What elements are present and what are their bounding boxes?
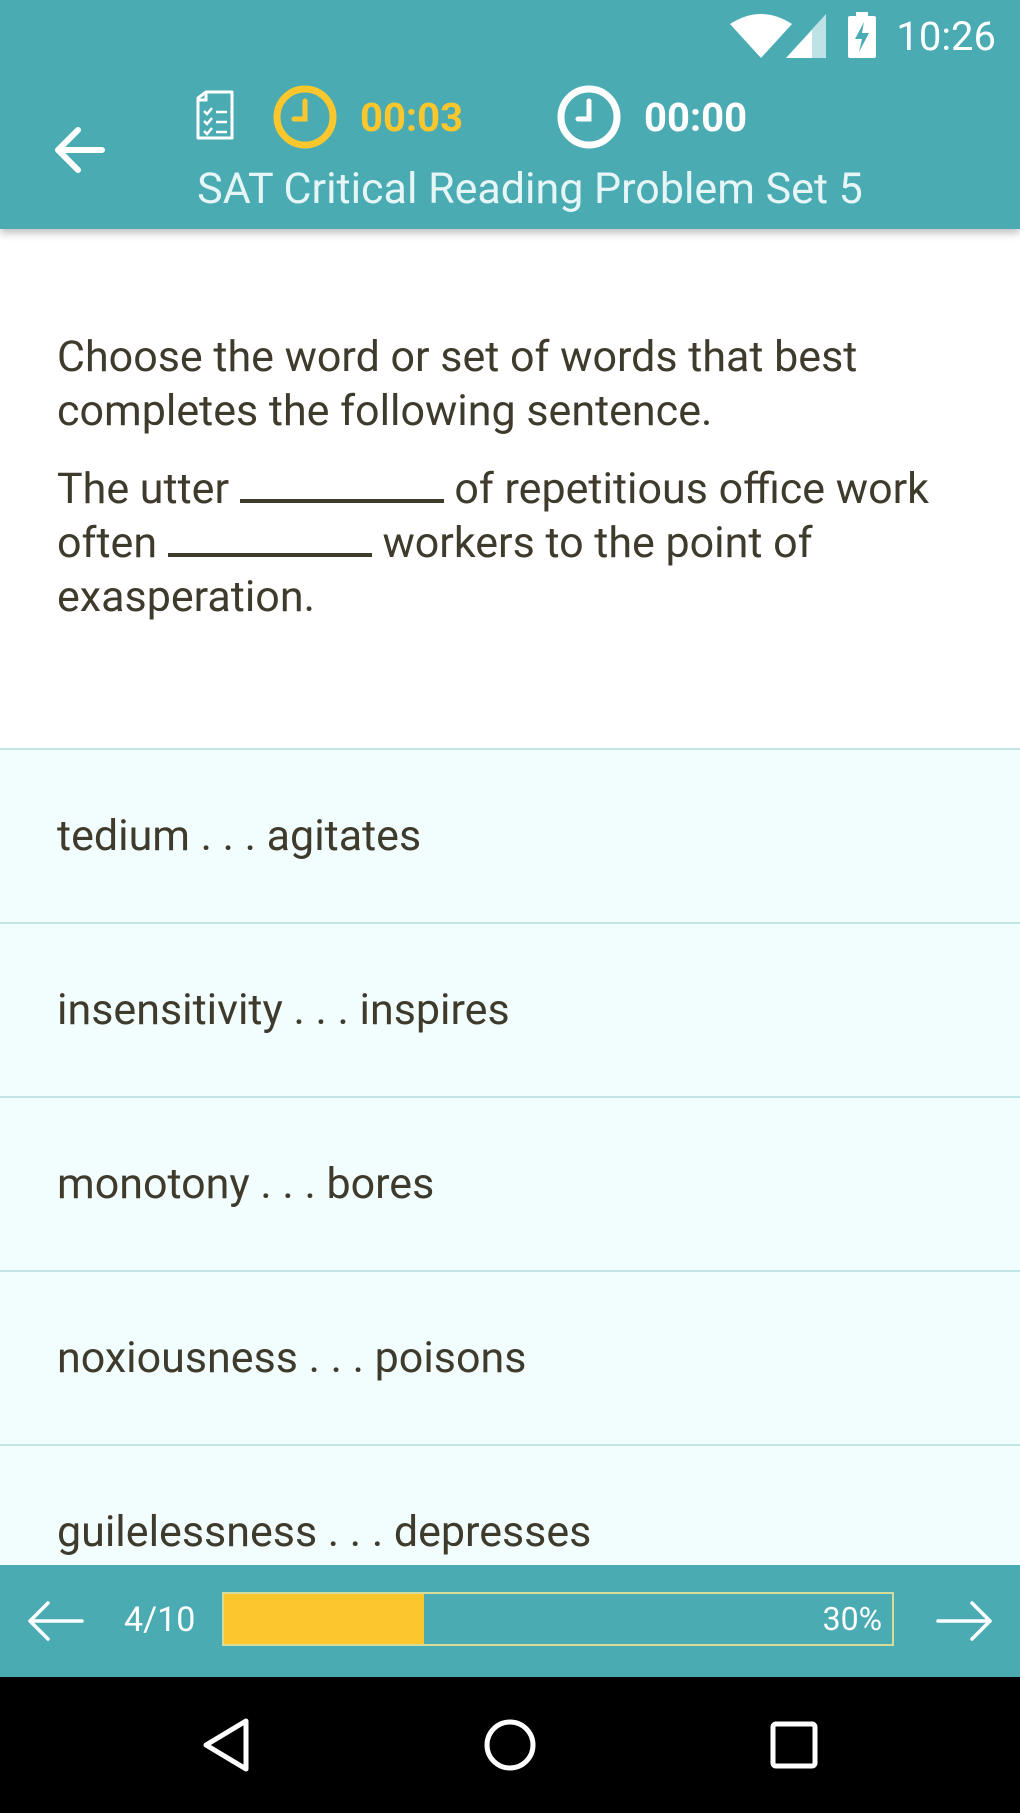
question-prompt: Choose the word or set of words that bes… bbox=[57, 332, 858, 436]
system-back-icon[interactable] bbox=[198, 1715, 258, 1775]
signal-icon bbox=[786, 14, 826, 58]
progress-bar-footer: 4/10 30% bbox=[0, 1565, 1020, 1677]
answer-option-3[interactable]: monotony . . . bores bbox=[0, 1096, 1020, 1270]
answer-blank-1 bbox=[239, 469, 444, 503]
answer-label: insensitivity . . . inspires bbox=[57, 985, 510, 1035]
page-counter: 4/10 bbox=[124, 1600, 196, 1640]
progress-bar: 30% bbox=[222, 1592, 894, 1646]
answer-label: noxiousness . . . poisons bbox=[57, 1333, 527, 1383]
progress-label: 30% bbox=[822, 1600, 882, 1638]
clock-icon bbox=[273, 85, 337, 149]
answer-label: tedium . . . agitates bbox=[57, 811, 422, 861]
question-timer: 00:03 bbox=[272, 84, 463, 150]
clock-icon bbox=[557, 85, 621, 149]
question-card: Choose the word or set of words that bes… bbox=[57, 330, 977, 648]
battery-charging-icon bbox=[848, 12, 876, 58]
total-timer-text: 00:00 bbox=[644, 93, 748, 141]
answer-label: guilelessness . . . depresses bbox=[57, 1507, 592, 1557]
question-sentence: The utter of repetitious office work oft… bbox=[57, 462, 977, 624]
total-timer: 00:00 bbox=[556, 84, 747, 150]
progress-fill bbox=[224, 1594, 425, 1644]
answer-option-1[interactable]: tedium . . . agitates bbox=[0, 748, 1020, 922]
checklist-icon[interactable] bbox=[196, 90, 234, 140]
previous-arrow-icon[interactable] bbox=[26, 1593, 86, 1649]
system-recents-icon[interactable] bbox=[764, 1715, 824, 1775]
page-title: SAT Critical Reading Problem Set 5 bbox=[197, 164, 863, 214]
system-home-icon[interactable] bbox=[480, 1715, 540, 1775]
answer-option-4[interactable]: noxiousness . . . poisons bbox=[0, 1270, 1020, 1444]
next-arrow-icon[interactable] bbox=[934, 1593, 994, 1649]
answer-list: tedium . . . agitates insensitivity . . … bbox=[0, 748, 1020, 1618]
app-header: 10:26 00:03 00:00 SAT Critical Reading P… bbox=[0, 0, 1020, 229]
answer-label: monotony . . . bores bbox=[57, 1159, 435, 1209]
answer-option-2[interactable]: insensitivity . . . inspires bbox=[0, 922, 1020, 1096]
question-timer-text: 00:03 bbox=[360, 93, 464, 141]
wifi-icon bbox=[730, 14, 792, 58]
system-navigation-bar bbox=[0, 1677, 1020, 1813]
sentence-part-1: The utter bbox=[57, 464, 230, 514]
status-time: 10:26 bbox=[896, 13, 996, 60]
answer-blank-2 bbox=[167, 523, 372, 557]
